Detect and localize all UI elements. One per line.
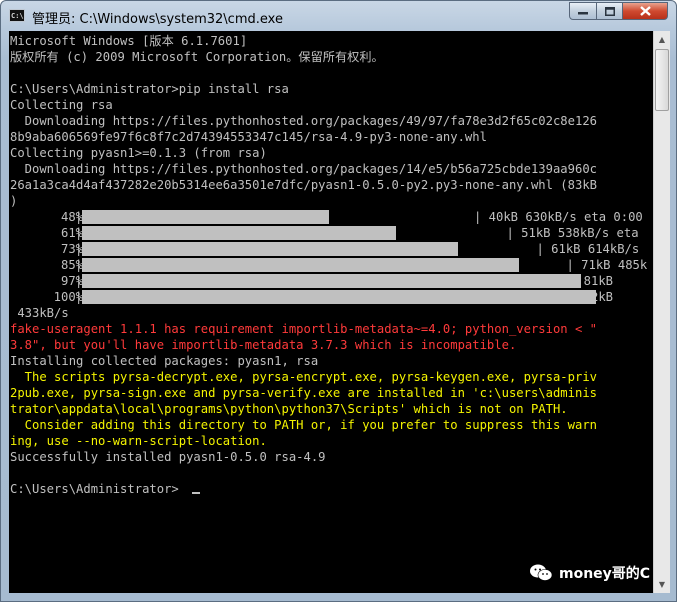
console-output[interactable]: Microsoft Windows [版本 6.1.7601] 版权所有 (c) … [9, 31, 653, 593]
scroll-up-icon[interactable]: ▲ [654, 31, 670, 48]
minimize-button[interactable] [569, 2, 597, 20]
scroll-thumb[interactable] [655, 49, 669, 111]
window-title: 管理员: C:\Windows\system32\cmd.exe [32, 12, 283, 27]
maximize-icon [604, 6, 615, 16]
progress-bar-fill [82, 242, 458, 256]
console-line: ) [10, 194, 18, 208]
progress-bar-fill [82, 258, 519, 272]
progress-status: | 51kB 538kB/s eta [506, 226, 639, 240]
vertical-scrollbar[interactable]: ▲ ▼ [653, 31, 670, 593]
console-line: 433kB/s [10, 306, 69, 320]
maximize-button[interactable] [596, 2, 623, 20]
console-line: Consider adding this directory to PATH o… [10, 418, 597, 432]
console-line: fake-useragent 1.1.1 has requirement imp… [10, 322, 597, 336]
console-line: 版权所有 (c) 2009 Microsoft Corporation。保留所有… [10, 50, 384, 64]
progress-status: | 61kB 614kB/s [536, 242, 640, 256]
console-line: ing, use --no-warn-script-location. [10, 434, 267, 448]
watermark: money哥的C [529, 561, 650, 585]
console-line: Downloading https://files.pythonhosted.o… [10, 114, 597, 128]
console-line: Downloading https://files.pythonhosted.o… [10, 162, 597, 176]
console-line: Collecting pyasn1>=0.1.3 (from rsa) [10, 146, 267, 160]
wechat-icon [529, 563, 553, 583]
progress-status: | 71kB 485k [566, 258, 648, 272]
console-line: 2pub.exe, pyrsa-sign.exe and pyrsa-verif… [10, 386, 597, 400]
console-line: C:\Users\Administrator>pip install rsa [10, 82, 289, 96]
progress-bar-fill [82, 290, 596, 304]
console-line: Successfully installed pyasn1-0.5.0 rsa-… [10, 450, 326, 464]
console-line: Installing collected packages: pyasn1, r… [10, 354, 319, 368]
progress-bar-fill [82, 226, 396, 240]
console-line: 26a1a3ca4d4af437282e20b5314ee6a3501e7dfc… [10, 178, 597, 192]
title-bar[interactable]: C:\ 管理员: C:\Windows\system32\cmd.exe [1, 1, 676, 31]
close-icon [639, 6, 651, 16]
console-line: Collecting rsa [10, 98, 113, 112]
progress-status: | 81kB [569, 274, 614, 288]
watermark-text: money哥的C [559, 566, 651, 582]
console-line: 3.8", but you'll have importlib-metadata… [10, 338, 517, 352]
console-line: trator\appdata\local\programs\python\pyt… [10, 402, 568, 416]
scroll-down-icon[interactable]: ▼ [654, 576, 670, 593]
console-line: 8b9aba606569fe97f6c8f7c2d74394553347c145… [10, 130, 487, 144]
minimize-icon [578, 12, 588, 15]
console-line: Microsoft Windows [版本 6.1.7601] [10, 34, 248, 48]
console-line: The scripts pyrsa-decrypt.exe, pyrsa-enc… [10, 370, 597, 384]
progress-bar-fill [82, 274, 581, 288]
console-line: C:\Users\Administrator> [10, 482, 179, 496]
progress-bar-fill [82, 210, 329, 224]
progress-status: | 92kB [569, 290, 614, 304]
cmd-icon: C:\ [9, 9, 25, 22]
close-button[interactable] [622, 2, 668, 20]
cmd-window: C:\ 管理员: C:\Windows\system32\cmd.exe Mic… [0, 0, 677, 602]
progress-status: | 40kB 630kB/s eta 0:00 [474, 210, 643, 224]
text-cursor [192, 492, 200, 494]
